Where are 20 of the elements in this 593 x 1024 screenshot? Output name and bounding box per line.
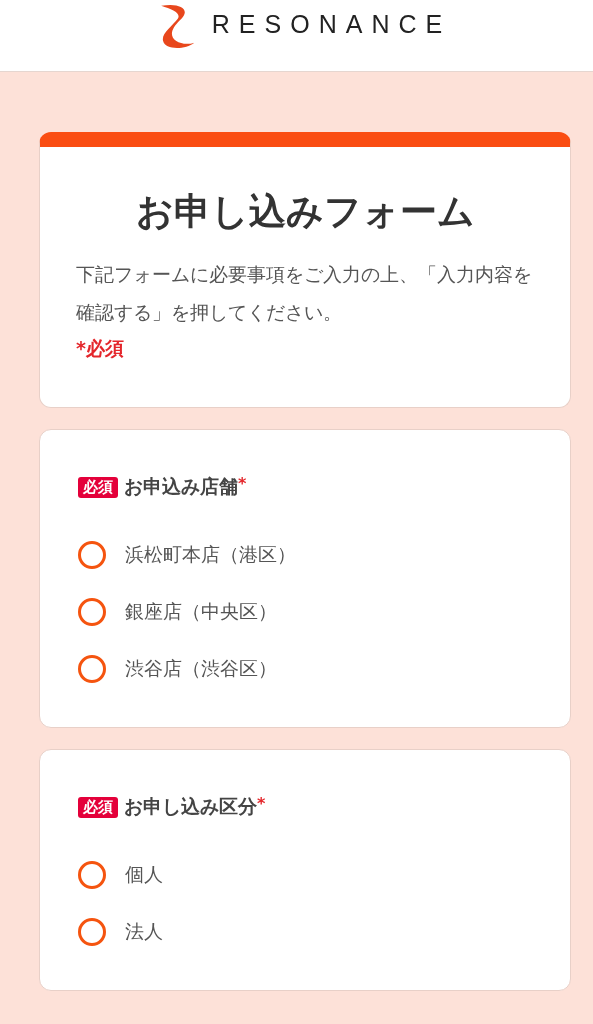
required-note: *必須 <box>76 336 125 361</box>
radio-button[interactable] <box>78 917 106 946</box>
logo-text: RESONANCE <box>211 10 452 39</box>
question-label: お申し込み区分 <box>124 794 257 819</box>
required-badge: 必須 <box>78 476 118 498</box>
option-label[interactable]: 浜松町本店（港区） <box>125 541 296 568</box>
option-label[interactable]: 渋谷店（渋谷区） <box>125 655 277 682</box>
option-label[interactable]: 法人 <box>125 918 163 945</box>
radio-button[interactable] <box>78 540 106 569</box>
radio-button[interactable] <box>78 654 106 683</box>
option-label[interactable]: 個人 <box>125 861 163 888</box>
required-mark: * <box>257 794 266 813</box>
required-badge: 必須 <box>78 796 118 818</box>
form-title: お申し込みフォーム <box>134 189 476 235</box>
option-label[interactable]: 銀座店（中央区） <box>125 598 277 625</box>
radio-button[interactable] <box>78 597 106 626</box>
required-mark: * <box>238 474 247 493</box>
question-label: お申込み店舗 <box>124 474 238 499</box>
form-description: 下記フォームに必要事項をご入力の上、「入力内容を確認する」を押してください。 <box>76 262 533 325</box>
radio-button[interactable] <box>78 860 106 889</box>
